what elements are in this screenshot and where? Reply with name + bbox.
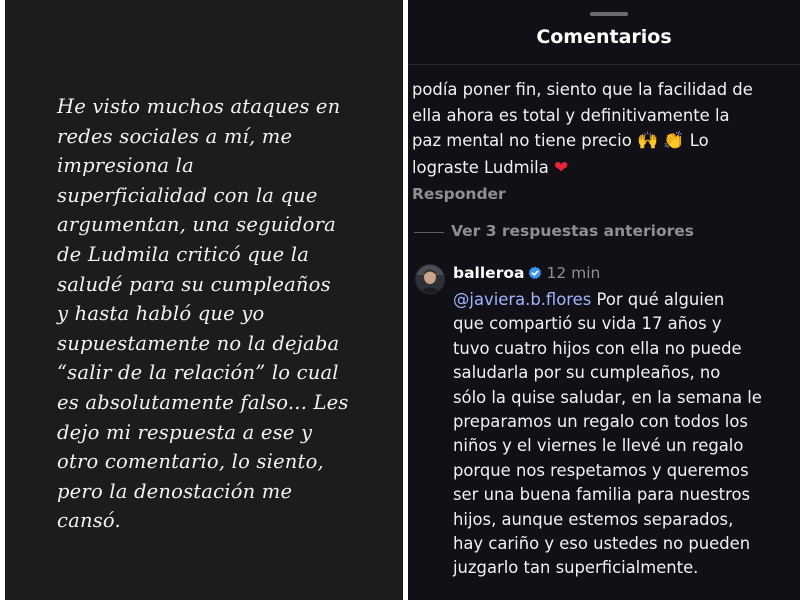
comment-body: podía poner fin, siento que la facilidad… [412,77,796,181]
comment-line: saludarla por su cumpleaños, no [453,363,721,383]
comment-text: lograste Ludmila [412,157,549,177]
comment-line: podía poner fin, siento que la facilidad… [412,80,753,99]
comment-line: sólo la quise saludar, en la semana le [453,387,762,407]
comment-text: paz mental no tiene precio [412,131,632,150]
story-text: He visto muchos ataques en redes sociale… [57,92,377,536]
story-line: y hasta habló que yo [57,302,265,326]
comment-line: hijos, aunque estemos separados, [453,509,734,529]
thread-line [414,232,444,233]
story-line: supuestamente no la dejaba [57,331,340,355]
story-line: cansó. [57,509,121,533]
raising-hands-icon: 🙌 [637,131,659,151]
comment-line: lograste Ludmila ❤ [412,155,796,182]
comment-body: @javiera.b.flores Por qué alguien que co… [453,288,798,581]
sheet-grabber-handle[interactable] [590,12,628,16]
comment-line: hay cariño y eso ustedes no pueden [453,534,751,554]
comment-text: Lo [689,131,709,150]
comment-line: juzgarlo tan superficialmente. [453,558,699,578]
story-panel: He visto muchos ataques en redes sociale… [5,0,403,600]
story-line: dejo mi respuesta a ese y [57,420,313,444]
verified-badge-icon [528,266,542,284]
comment-line: paz mental no tiene precio 🙌 👏 Lo [412,128,796,155]
comment-line: que compartió su vida 17 años y [453,314,722,334]
mention-link[interactable]: @javiera.b.flores [453,290,591,309]
story-line: otro comentario, lo siento, [57,450,324,474]
comment-line: ser una buena familia para nuestros [453,485,751,505]
story-line: redes sociales a mí, me [57,124,293,148]
story-line: He visto muchos ataques en [57,95,341,118]
story-line: de Ludmila criticó que la [57,242,310,266]
comment-line: niños y el viernes le llevé un regalo [453,436,744,456]
view-previous-replies-button[interactable]: Ver 3 respuestas anteriores [451,222,694,240]
comment-timestamp: 12 min [546,264,601,282]
story-line: superficialidad con la que [57,183,318,207]
username-link[interactable]: balleroa [453,264,524,282]
comment-header: balleroa 12 min [453,264,600,284]
red-heart-icon: ❤ [554,157,569,178]
comment-line: preparamos un regalo con todos los [453,412,748,432]
comments-sheet: Comentarios podía poner fin, siento que … [408,0,800,600]
story-line: argumentan, una seguidora [57,213,336,237]
comment-text: Por qué alguien [596,290,725,309]
avatar[interactable] [415,264,445,294]
story-line: impresiona la [57,154,194,178]
sheet-title: Comentarios [536,26,672,48]
avatar-image [416,265,444,293]
clapping-hands-icon: 👏 [663,131,685,151]
comment-line: porque nos respetamos y queremos [453,460,749,480]
story-line: “salir de la relación” lo cual [57,361,339,385]
story-line: saludé para su cumpleaños [57,272,331,296]
sheet-divider [408,64,800,65]
story-line: es absolutamente falso... Les [57,390,349,414]
comment-line: @javiera.b.flores Por qué alguien [453,288,798,312]
comment-line: tuvo cuatro hijos con ella no puede [453,338,742,358]
comment-line: ella ahora es total y definitivamente la [412,105,730,125]
story-line: pero la denostación me [57,479,293,503]
reply-button[interactable]: Responder [412,185,506,203]
